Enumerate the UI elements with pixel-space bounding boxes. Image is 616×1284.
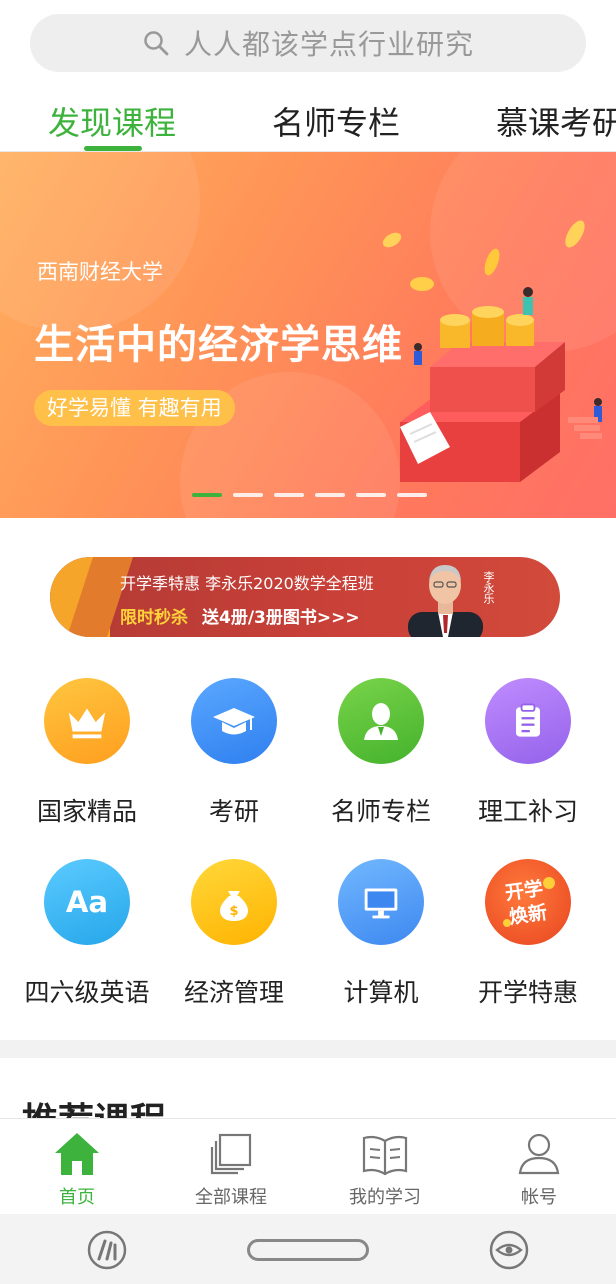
search-icon <box>144 31 169 56</box>
category-postgrad-exam[interactable]: 考研 <box>161 678 307 828</box>
teacher-photo <box>408 565 483 637</box>
nav-label: 全部课程 <box>195 1187 267 1208</box>
banner-university: 西南财经大学 <box>37 260 163 284</box>
category-back-to-school-deals[interactable]: 开学 焕新 开学特惠 <box>455 859 601 1009</box>
monitor-icon <box>338 859 424 945</box>
category-famous-teachers[interactable]: 名师专栏 <box>308 678 454 828</box>
category-computer[interactable]: 计算机 <box>308 859 454 1009</box>
category-label: 计算机 <box>343 978 419 1007</box>
tab-discover[interactable]: 发现课程 <box>48 98 176 144</box>
nav-my-learning[interactable]: 我的学习 <box>308 1119 462 1215</box>
carousel-dot[interactable] <box>233 493 263 497</box>
search-placeholder: 人人都该学点行业研究 <box>183 28 474 61</box>
promo-offer: 送4册/3册图书>>> <box>202 608 360 628</box>
book-icon <box>362 1135 408 1176</box>
crown-icon <box>44 678 130 764</box>
category-label: 考研 <box>208 797 259 826</box>
banner-title: 生活中的经济学思维 <box>34 322 403 368</box>
clipboard-icon <box>485 678 571 764</box>
category-label: 经济管理 <box>183 978 284 1007</box>
search-bar[interactable]: 人人都该学点行业研究 <box>30 14 586 72</box>
banner-tagline: 好学易懂 有趣有用 <box>34 390 235 426</box>
assistant-icon[interactable] <box>86 1229 128 1271</box>
category-cet-english[interactable]: Aa 四六级英语 <box>14 859 160 1009</box>
banner-carousel[interactable]: 西南财经大学 生活中的经济学思维 好学易懂 有趣有用 <box>0 152 616 518</box>
tab-famous-teachers[interactable]: 名师专栏 <box>272 98 400 144</box>
carousel-dot-active[interactable] <box>192 493 222 497</box>
carousel-dot[interactable] <box>315 493 345 497</box>
category-science-tutoring[interactable]: 理工补习 <box>455 678 601 828</box>
courses-icon <box>210 1133 252 1175</box>
category-label: 开学特惠 <box>477 978 578 1007</box>
home-icon <box>55 1133 99 1175</box>
money-bag-icon: $ <box>191 859 277 945</box>
category-economics-management[interactable]: $ 经济管理 <box>161 859 307 1009</box>
letters-aa-icon: Aa <box>44 859 130 945</box>
nav-all-courses[interactable]: 全部课程 <box>154 1119 308 1215</box>
category-label: 四六级英语 <box>24 978 150 1007</box>
promo-banner[interactable]: 开学季特惠 李永乐2020数学全程班 限时秒杀 送4册/3册图书>>> 李永乐 <box>50 557 560 637</box>
nav-label: 帐号 <box>521 1187 557 1208</box>
svg-text:Aa: Aa <box>66 885 108 919</box>
promo-teacher-name: 李永乐 <box>482 571 495 604</box>
nav-label: 首页 <box>59 1187 95 1208</box>
promo-highlight: 限时秒杀 <box>120 608 188 628</box>
nav-account[interactable]: 帐号 <box>462 1119 616 1215</box>
teacher-icon <box>338 678 424 764</box>
carousel-dots <box>192 493 427 497</box>
tab-mooc-exam[interactable]: 慕课考研 <box>496 98 616 144</box>
promo-badge-icon: 开学 焕新 <box>485 859 571 945</box>
promo-offer-line: 限时秒杀 送4册/3册图书>>> <box>120 603 360 628</box>
carousel-dot[interactable] <box>397 493 427 497</box>
category-label: 国家精品 <box>36 797 137 826</box>
top-tabs: 发现课程 名师专栏 慕课考研 <box>0 92 616 152</box>
category-label: 理工补习 <box>477 797 578 826</box>
category-label: 名师专栏 <box>330 797 431 826</box>
promo-headline: 开学季特惠 李永乐2020数学全程班 <box>120 574 374 593</box>
svg-text:$: $ <box>229 904 238 919</box>
nav-home[interactable]: 首页 <box>0 1119 154 1215</box>
badge-text-top: 开学 <box>504 877 545 905</box>
app-screen: 人人都该学点行业研究 发现课程 名师专栏 慕课考研 西南财经大学 生活中的经济学… <box>0 0 616 1284</box>
home-gesture-pill[interactable] <box>247 1239 369 1261</box>
section-divider <box>0 1040 616 1058</box>
bottom-nav: 首页 全部课程 我的学习 帐号 <box>0 1118 616 1214</box>
category-national-quality[interactable]: 国家精品 <box>14 678 160 828</box>
recommend-section-title: 推荐课程 <box>22 1092 166 1120</box>
nav-label: 我的学习 <box>349 1187 421 1208</box>
banner-illustration <box>382 220 602 482</box>
eye-comfort-icon[interactable] <box>488 1229 530 1271</box>
graduation-cap-icon <box>191 678 277 764</box>
system-nav-bar <box>0 1214 616 1284</box>
user-icon <box>518 1133 560 1175</box>
badge-text-bottom: 焕新 <box>508 901 549 929</box>
carousel-dot[interactable] <box>356 493 386 497</box>
carousel-dot[interactable] <box>274 493 304 497</box>
